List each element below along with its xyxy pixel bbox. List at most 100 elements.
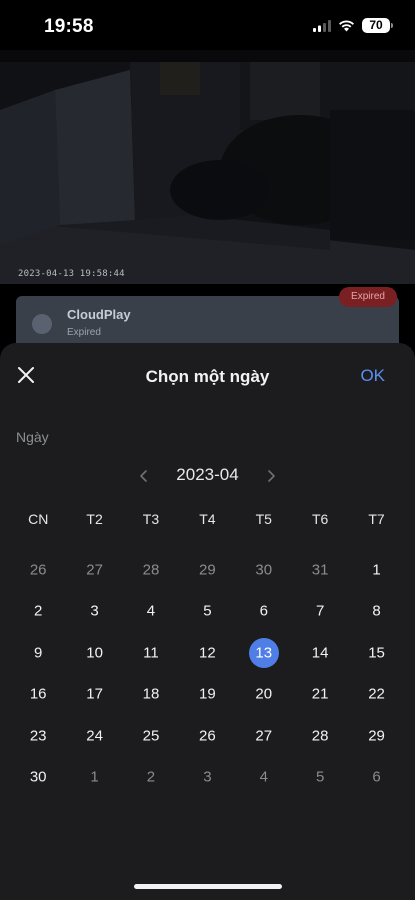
calendar-day-number: 16 — [29, 685, 47, 703]
calendar-day-number: 3 — [90, 602, 99, 620]
calendar-day[interactable]: 3 — [66, 591, 122, 633]
calendar-day-number: 20 — [255, 685, 273, 703]
status-bar: 19:58 70 — [0, 0, 415, 50]
calendar-day[interactable]: 29 — [179, 549, 235, 591]
calendar-week-row: 26 27 28 29 30 31 1 — [10, 549, 405, 591]
calendar-day-number: 29 — [368, 727, 385, 745]
calendar-day[interactable]: 9 — [10, 632, 66, 674]
calendar-day-number: 4 — [146, 602, 156, 620]
calendar-day[interactable]: 14 — [292, 632, 348, 674]
calendar-day[interactable]: 28 — [123, 549, 179, 591]
calendar-day-number: 13 — [255, 644, 273, 662]
calendar-day[interactable]: 4 — [123, 591, 179, 633]
calendar-day-number: 30 — [255, 561, 273, 579]
calendar-day-number: 27 — [255, 727, 273, 745]
calendar-week-row: 2 3 4 5 6 7 8 — [10, 591, 405, 633]
calendar-day-number: 25 — [142, 727, 160, 745]
calendar-day[interactable]: 23 — [10, 715, 66, 757]
calendar-day[interactable]: 15 — [348, 632, 404, 674]
signal-icon — [313, 19, 331, 32]
calendar-day[interactable]: 8 — [348, 591, 404, 633]
calendar-day[interactable]: 7 — [292, 591, 348, 633]
calendar-day[interactable]: 27 — [66, 549, 122, 591]
calendar-day[interactable]: 30 — [236, 549, 292, 591]
calendar-day-number: 2 — [34, 602, 43, 620]
calendar-day[interactable]: 28 — [292, 715, 348, 757]
calendar-day[interactable]: 24 — [66, 715, 122, 757]
calendar-day[interactable]: 18 — [123, 674, 179, 716]
camera-frame-image — [0, 50, 415, 284]
calendar-day-number: 19 — [199, 685, 216, 703]
calendar-day[interactable]: 31 — [292, 549, 348, 591]
calendar-day[interactable]: 12 — [179, 632, 235, 674]
calendar-day-number: 29 — [199, 561, 216, 579]
calendar-day-number: 24 — [86, 727, 103, 745]
weekday-label: T5 — [255, 511, 272, 527]
calendar-day[interactable]: 26 — [10, 549, 66, 591]
calendar-day-number: 6 — [259, 602, 268, 620]
calendar-day[interactable]: 22 — [348, 674, 404, 716]
calendar-day-number: 23 — [29, 727, 47, 745]
calendar-day[interactable]: 1 — [348, 549, 404, 591]
expired-badge: Expired — [339, 287, 397, 307]
calendar-day-number: 28 — [311, 727, 329, 745]
calendar-day[interactable]: 11 — [123, 632, 179, 674]
weekday-header: CN T2 T3 T4 T5 T6 T7 — [10, 511, 405, 527]
weekday-label: T4 — [199, 511, 216, 527]
weekday-label: T6 — [311, 511, 329, 527]
calendar-day-number: 14 — [311, 644, 329, 662]
calendar-day[interactable]: 25 — [123, 715, 179, 757]
calendar-day[interactable]: 2 — [10, 591, 66, 633]
calendar-day[interactable]: 10 — [66, 632, 122, 674]
cloudplay-status: Expired — [67, 327, 101, 338]
calendar-day-selected[interactable]: 13 — [236, 632, 292, 674]
calendar-day[interactable]: 21 — [292, 674, 348, 716]
calendar-day[interactable]: 4 — [236, 757, 292, 799]
calendar-day-number: 2 — [146, 768, 156, 786]
calendar-day-number: 5 — [203, 602, 212, 620]
calendar-day-number: 18 — [142, 685, 160, 703]
calendar-day-number: 31 — [311, 561, 329, 579]
calendar-day[interactable]: 29 — [348, 715, 404, 757]
calendar-day[interactable]: 3 — [179, 757, 235, 799]
calendar-day[interactable]: 16 — [10, 674, 66, 716]
calendar-grid: 26 27 28 29 30 31 1 2 3 4 5 6 7 8 9 10 11 12 13 14 15 16 17 18 1… — [10, 549, 405, 798]
calendar-day-number: 10 — [86, 644, 103, 662]
calendar-day[interactable]: 19 — [179, 674, 235, 716]
status-icons: 70 — [313, 18, 393, 33]
calendar-day[interactable]: 30 — [10, 757, 66, 799]
calendar-day[interactable]: 26 — [179, 715, 235, 757]
ok-button[interactable]: OK — [360, 366, 385, 386]
calendar-day[interactable]: 27 — [236, 715, 292, 757]
cloudplay-title: CloudPlay — [67, 307, 131, 322]
calendar-day[interactable]: 5 — [292, 757, 348, 799]
calendar-day-number: 9 — [34, 644, 43, 662]
calendar-day-number: 26 — [199, 727, 216, 745]
calendar-week-row: 23 24 25 26 27 28 29 — [10, 715, 405, 757]
battery-icon: 70 — [362, 18, 393, 33]
weekday-label: T2 — [86, 511, 103, 527]
month-navigator: 2023-04 — [0, 464, 415, 488]
calendar-week-row: 30 1 2 3 4 5 6 — [10, 757, 405, 799]
camera-timestamp: 2023-04-13 19:58:44 — [18, 269, 125, 279]
calendar-day[interactable]: 5 — [179, 591, 235, 633]
calendar-day[interactable]: 17 — [66, 674, 122, 716]
calendar-day-number: 3 — [203, 768, 212, 786]
calendar-day[interactable]: 20 — [236, 674, 292, 716]
calendar-day[interactable]: 1 — [66, 757, 122, 799]
calendar-day-number: 27 — [86, 561, 103, 579]
calendar-day[interactable]: 6 — [236, 591, 292, 633]
calendar-day[interactable]: 2 — [123, 757, 179, 799]
chevron-right-icon[interactable] — [261, 464, 281, 488]
calendar-day-number: 4 — [259, 768, 268, 786]
calendar-day-number: 11 — [143, 644, 159, 662]
calendar-day-number: 6 — [372, 768, 381, 786]
status-time: 19:58 — [44, 16, 94, 37]
calendar-day-number: 28 — [142, 561, 160, 579]
cloud-icon — [32, 314, 52, 334]
date-field-label: Ngày — [16, 429, 49, 445]
calendar-day[interactable]: 6 — [348, 757, 404, 799]
home-indicator[interactable] — [134, 884, 282, 889]
weekday-label: T7 — [368, 511, 385, 527]
battery-level: 70 — [362, 18, 390, 33]
